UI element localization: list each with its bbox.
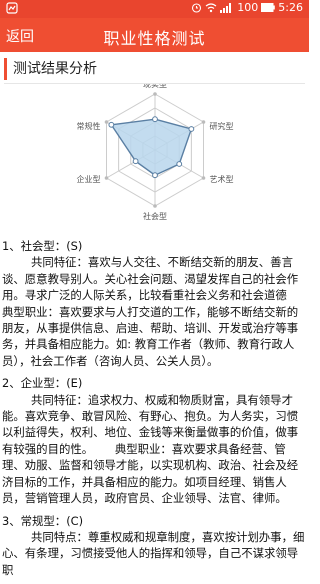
battery-icon [261,3,276,12]
radar-axis-label: 社会型 [143,211,167,221]
radar-data-point [108,121,115,128]
status-icons: 100 5:26 [191,1,303,14]
wifi-icon [205,2,217,13]
section-header: 测试结果分析 [4,58,307,80]
app-bar: 返回 职业性格测试 [0,18,309,52]
radar-data-point [152,172,158,179]
content-paragraph: 共同特征：喜欢与人交往、不断结交新的朋友、善言谈、愿意教导别人。关心社会问题、渴… [2,255,316,368]
radar-axis-label: 研究型 [209,121,233,131]
alarm-icon [191,2,202,13]
page-title: 职业性格测试 [103,29,206,48]
radar-data-point [132,158,139,165]
status-bar: 100 5:26 [0,0,309,18]
content-paragraph: 共同特点：尊重权威和规章制度，喜欢按计划办事，细心、有条理，习惯接受他人的指挥和… [2,529,305,577]
content-gap [2,578,307,584]
radar-axis-end-dot [153,204,157,208]
notification-icon [6,2,18,14]
content-heading: 3、常规型：(C) [2,513,84,528]
signal-icon [220,2,234,13]
content-heading: 2、企业型：(E) [2,376,83,391]
radar-axis-end-dot [104,176,109,180]
radar-data-point [152,116,158,123]
clock: 5:26 [278,1,303,14]
radar-axis-end-dot [153,92,157,96]
radar-axis-label: 企业型 [77,174,101,184]
radar-axis-label: 现实型 [143,84,167,89]
battery-level: 100 [237,1,259,14]
content-paragraph: 共同特征：追求权力、权威和物质财富，具有领导才能。喜欢竞争、敢冒风险、有野心、抱… [2,392,299,506]
section-title: 测试结果分析 [13,61,97,77]
content-heading: 1、社会型：(S) [2,239,83,253]
radar-chart: 现实型研究型艺术型社会型 企业型 常规性 [77,84,234,221]
radar-data-point [188,126,195,132]
analysis-content: 1、社会型：(S) 共同特征：喜欢与人交往、不断结交新的朋友、善言谈、愿意教导别… [2,238,307,584]
radar-data-point [176,161,183,167]
radar-axis-end-dot [201,176,206,180]
radar-axis-end-dot [104,120,109,124]
radar-axis-label: 艺术型 [209,174,233,184]
radar-axis-label: 常规性 [77,121,101,131]
radar-axis-end-dot [201,120,206,124]
